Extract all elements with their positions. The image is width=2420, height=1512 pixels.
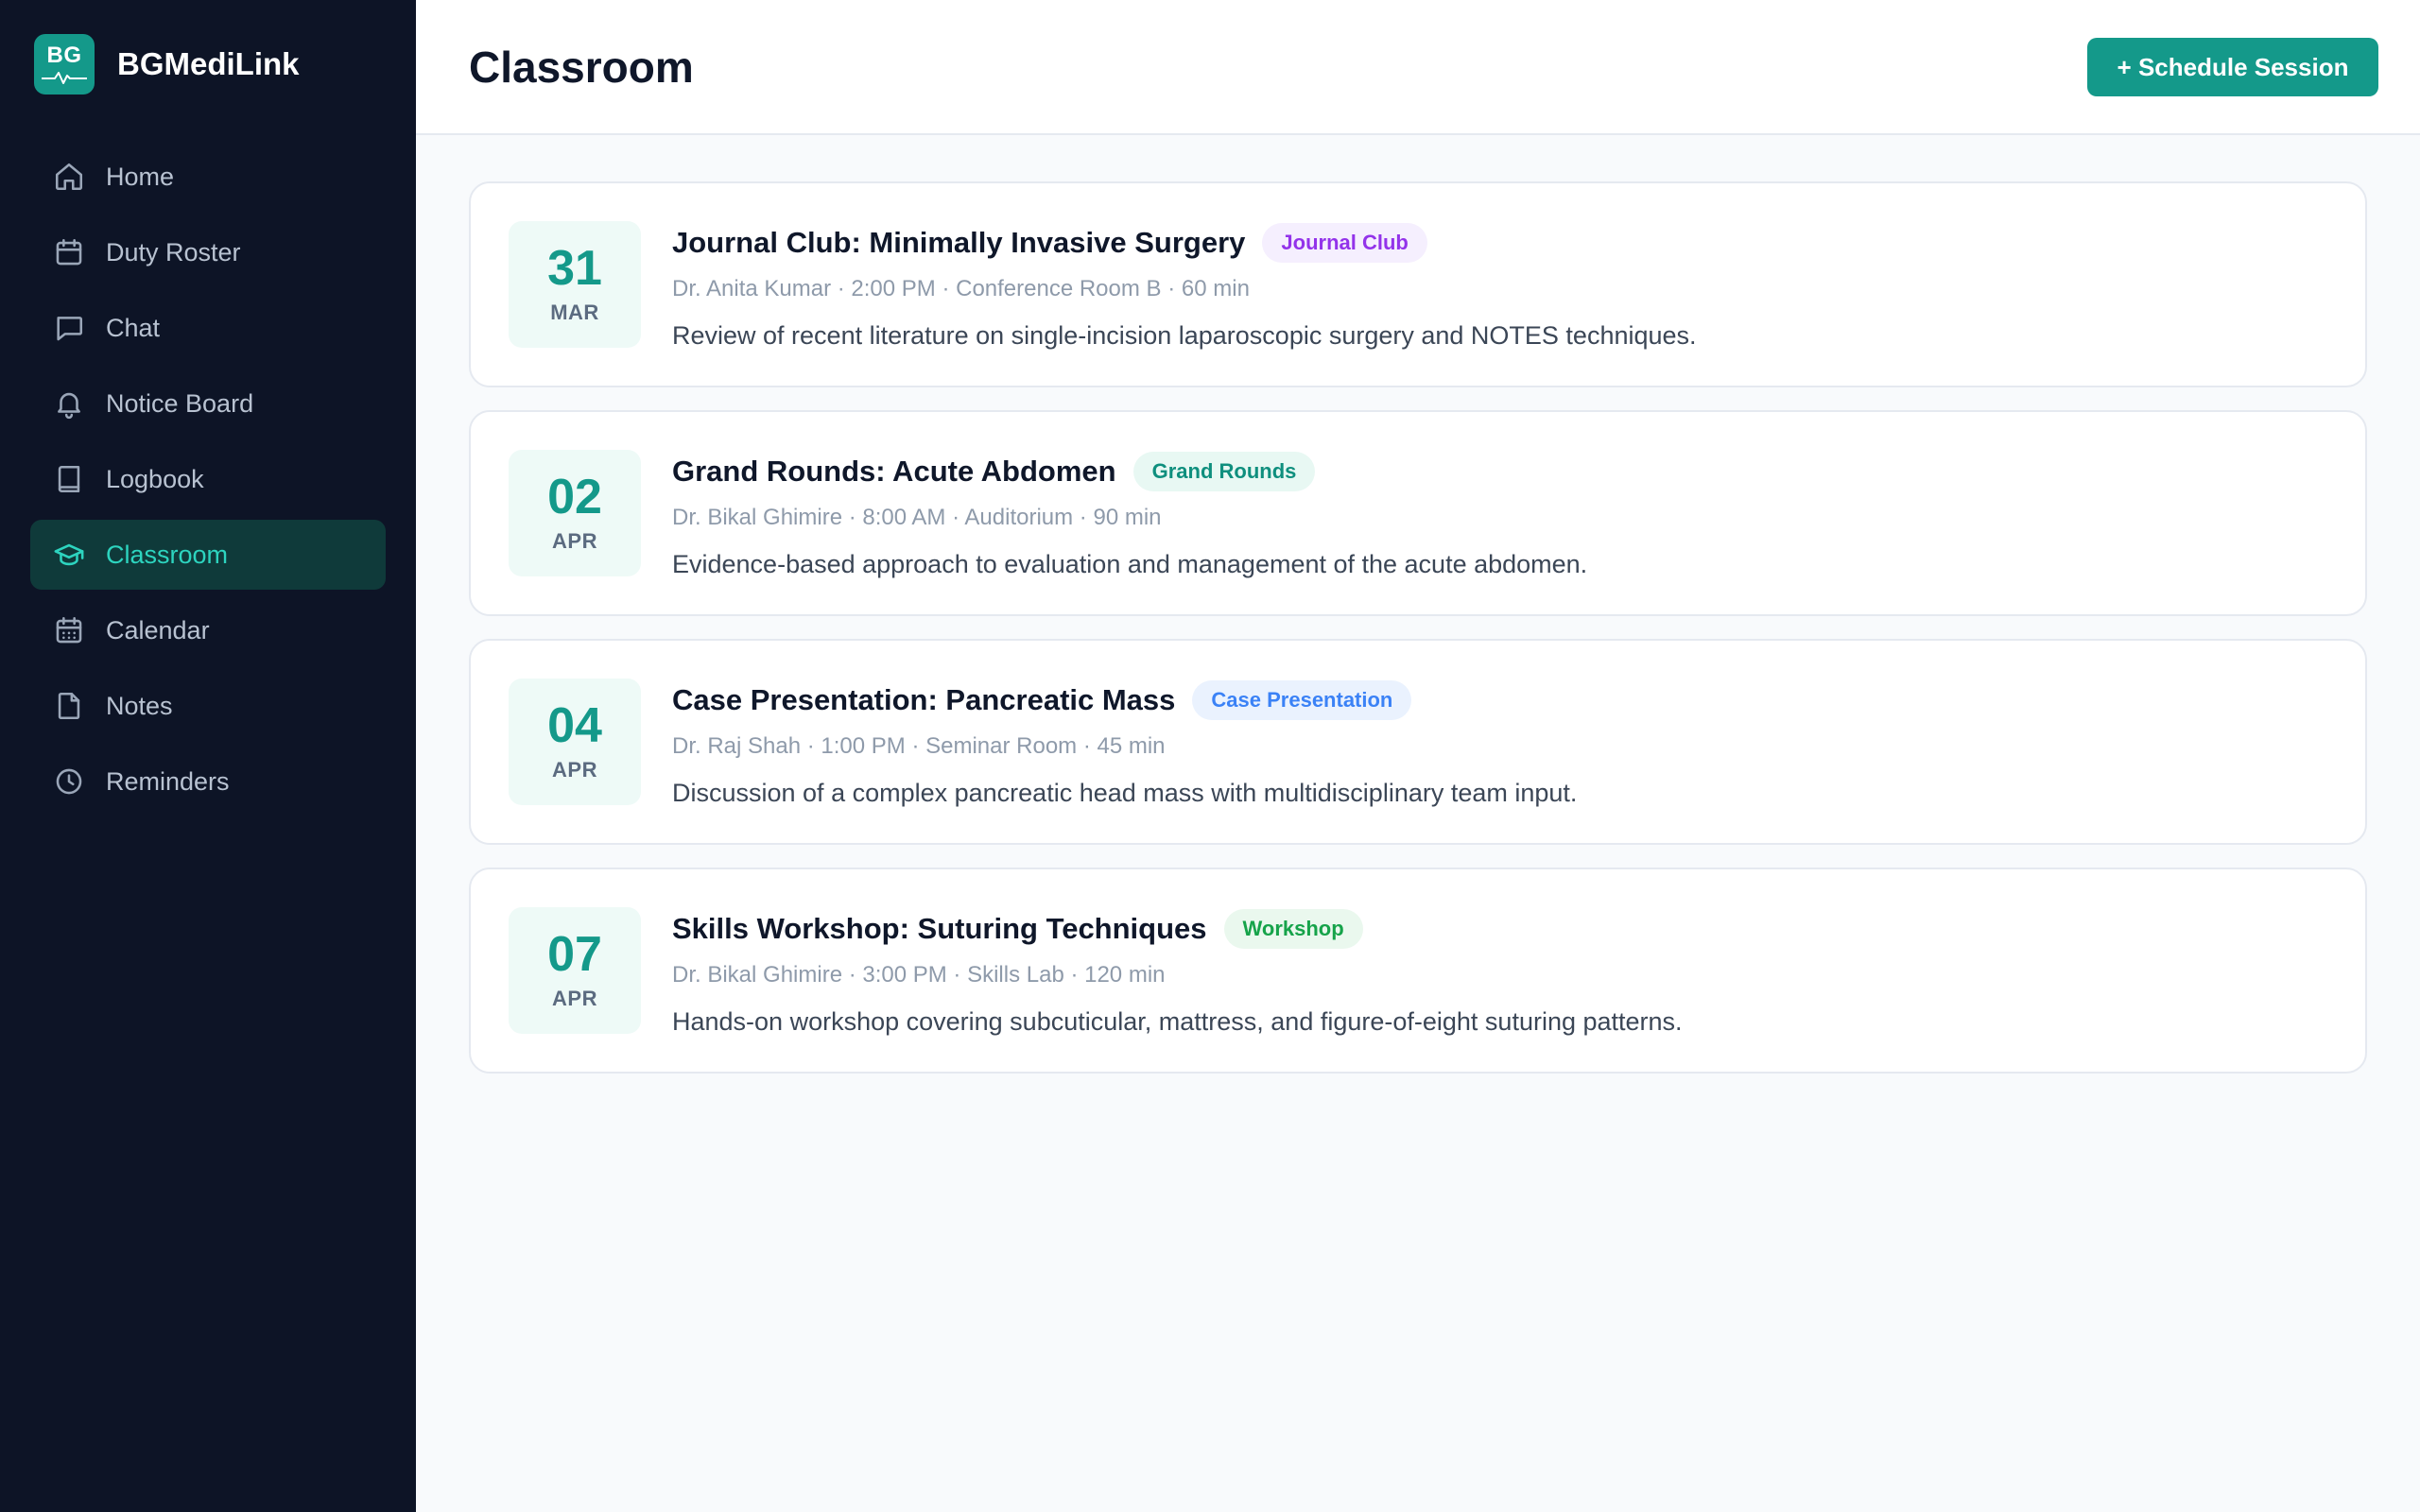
session-type-badge: Journal Club	[1262, 223, 1427, 263]
session-card[interactable]: 04 APR Case Presentation: Pancreatic Mas…	[469, 639, 2367, 845]
session-title: Case Presentation: Pancreatic Mass	[672, 683, 1176, 716]
page-title: Classroom	[469, 43, 694, 92]
session-title: Skills Workshop: Suturing Techniques	[672, 912, 1207, 945]
session-title: Journal Club: Minimally Invasive Surgery	[672, 226, 1246, 259]
session-description: Discussion of a complex pancreatic head …	[672, 779, 1578, 807]
page-header: Classroom + Schedule Session	[416, 0, 2420, 135]
sidebar-item-label: Calendar	[106, 615, 210, 644]
session-day: 07	[547, 927, 602, 982]
sidebar: BG BGMediLink Home Duty Roster Chat Noti…	[0, 0, 416, 1512]
chat-icon	[53, 312, 85, 344]
session-card[interactable]: 07 APR Skills Workshop: Suturing Techniq…	[469, 868, 2367, 1074]
logo-initials: BG	[46, 43, 82, 68]
sidebar-item-classroom[interactable]: Classroom	[30, 520, 386, 590]
sidebar-item-label: Chat	[106, 313, 161, 342]
session-description: Hands-on workshop covering subcuticular,…	[672, 1007, 1683, 1036]
book-icon	[53, 463, 85, 495]
sidebar-item-duty-roster[interactable]: Duty Roster	[30, 217, 386, 287]
session-description: Review of recent literature on single-in…	[672, 321, 1697, 350]
calendar-grid-icon	[53, 614, 85, 646]
calendar-icon	[53, 236, 85, 268]
sidebar-item-home[interactable]: Home	[30, 142, 386, 212]
sidebar-item-reminders[interactable]: Reminders	[30, 747, 386, 816]
brand[interactable]: BG BGMediLink	[34, 34, 300, 94]
session-month: APR	[552, 758, 597, 782]
session-date: 31 MAR	[509, 221, 641, 348]
session-date: 04 APR	[509, 679, 641, 805]
sidebar-nav: Home Duty Roster Chat Notice Board Logbo…	[30, 142, 386, 822]
session-month: APR	[552, 987, 597, 1010]
clock-icon	[53, 765, 85, 798]
heartbeat-icon	[42, 72, 87, 84]
session-body: Skills Workshop: Suturing Techniques Wor…	[672, 907, 2327, 1037]
session-meta: Dr. Anita Kumar · 2:00 PM · Conference R…	[672, 276, 1250, 301]
sidebar-item-label: Duty Roster	[106, 237, 241, 266]
session-body: Journal Club: Minimally Invasive Surgery…	[672, 221, 2327, 351]
sidebar-item-label: Home	[106, 162, 175, 191]
sidebar-item-notice-board[interactable]: Notice Board	[30, 369, 386, 438]
sidebar-item-label: Notice Board	[106, 388, 254, 418]
session-type-badge: Workshop	[1223, 909, 1363, 949]
session-title: Grand Rounds: Acute Abdomen	[672, 455, 1116, 488]
sidebar-item-label: Reminders	[106, 766, 230, 796]
session-description: Evidence-based approach to evaluation an…	[672, 550, 1588, 578]
session-card[interactable]: 02 APR Grand Rounds: Acute Abdomen Grand…	[469, 410, 2367, 616]
app-logo: BG	[34, 34, 95, 94]
sidebar-item-logbook[interactable]: Logbook	[30, 444, 386, 514]
session-day: 02	[547, 470, 602, 524]
session-day: 04	[547, 698, 602, 753]
app-name: BGMediLink	[117, 46, 300, 81]
graduation-cap-icon	[53, 539, 85, 571]
sidebar-item-label: Notes	[106, 691, 173, 720]
home-icon	[53, 161, 85, 193]
sidebar-item-label: Logbook	[106, 464, 204, 493]
session-list: 31 MAR Journal Club: Minimally Invasive …	[469, 181, 2367, 1096]
bell-icon	[53, 387, 85, 420]
session-day: 31	[547, 241, 602, 296]
session-date: 02 APR	[509, 450, 641, 576]
session-meta: Dr. Raj Shah · 1:00 PM · Seminar Room · …	[672, 733, 1166, 759]
sidebar-item-chat[interactable]: Chat	[30, 293, 386, 363]
session-type-badge: Grand Rounds	[1132, 452, 1316, 491]
sidebar-item-label: Classroom	[106, 540, 229, 569]
session-type-badge: Case Presentation	[1192, 680, 1412, 720]
sidebar-item-calendar[interactable]: Calendar	[30, 595, 386, 665]
session-meta: Dr. Bikal Ghimire · 8:00 AM · Auditorium…	[672, 505, 1162, 530]
session-meta: Dr. Bikal Ghimire · 3:00 PM · Skills Lab…	[672, 962, 1166, 988]
session-date: 07 APR	[509, 907, 641, 1034]
schedule-session-button[interactable]: + Schedule Session	[2087, 38, 2378, 96]
session-body: Case Presentation: Pancreatic Mass Case …	[672, 679, 2327, 808]
sidebar-item-notes[interactable]: Notes	[30, 671, 386, 741]
session-card[interactable]: 31 MAR Journal Club: Minimally Invasive …	[469, 181, 2367, 387]
document-icon	[53, 690, 85, 722]
session-month: APR	[552, 529, 597, 553]
session-month: MAR	[550, 301, 599, 324]
session-body: Grand Rounds: Acute Abdomen Grand Rounds…	[672, 450, 2327, 579]
